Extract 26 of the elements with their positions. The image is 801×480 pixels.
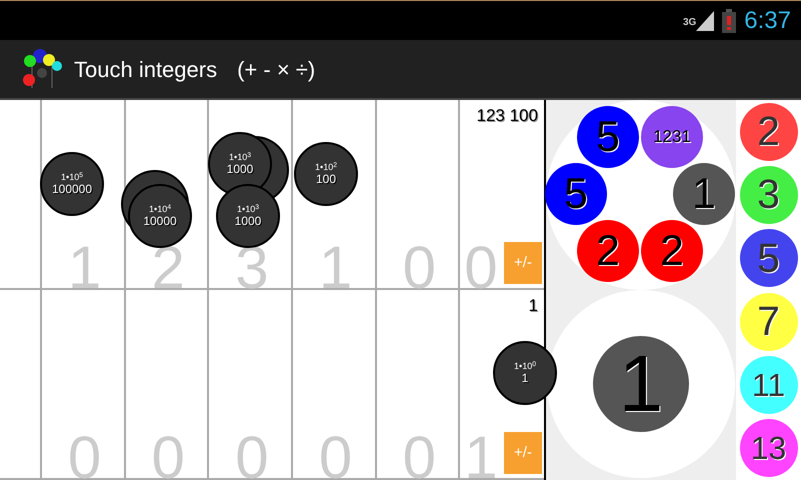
token-value: 100000 [52,183,92,195]
network-label: 3G [682,16,696,30]
counter-token[interactable]: 1•10$^{2}$ 100 [294,142,358,206]
power-label: 1•10$^{2}$ [315,163,337,172]
battery-icon [722,8,736,32]
app-logo-icon [22,48,62,90]
token-value: 100 [316,173,336,185]
number-reading: 1 [528,295,538,317]
signal-icon [696,10,714,30]
counter-token[interactable]: 1•10$^{5}$ 100000 [40,152,104,216]
clock: 6:37 [744,6,791,36]
drop-zone[interactable]: 1 [547,290,735,478]
token-value: 1000 [234,215,262,227]
power-label: 1•10$^{4}$ [149,205,171,214]
app-title: Touch integers [74,56,218,84]
operators-label: (+ - × ÷) [237,56,316,84]
token-value: 1000 [226,163,254,175]
power-label: 1•10$^{3}$ [229,153,251,162]
counter-token[interactable]: 1•10$^{0}$ 1 [493,341,557,405]
token-value: 1 [522,372,528,384]
number-reading: 123 100 [476,105,538,127]
power-label: 1•10$^{5}$ [61,173,83,182]
counter-token[interactable]: 1•10$^{3}$ 1000 [216,184,280,248]
power-label: 1•10$^{0}$ [514,362,536,371]
token-value: 10000 [143,215,177,227]
power-label: 1•10$^{3}$ [237,205,259,214]
